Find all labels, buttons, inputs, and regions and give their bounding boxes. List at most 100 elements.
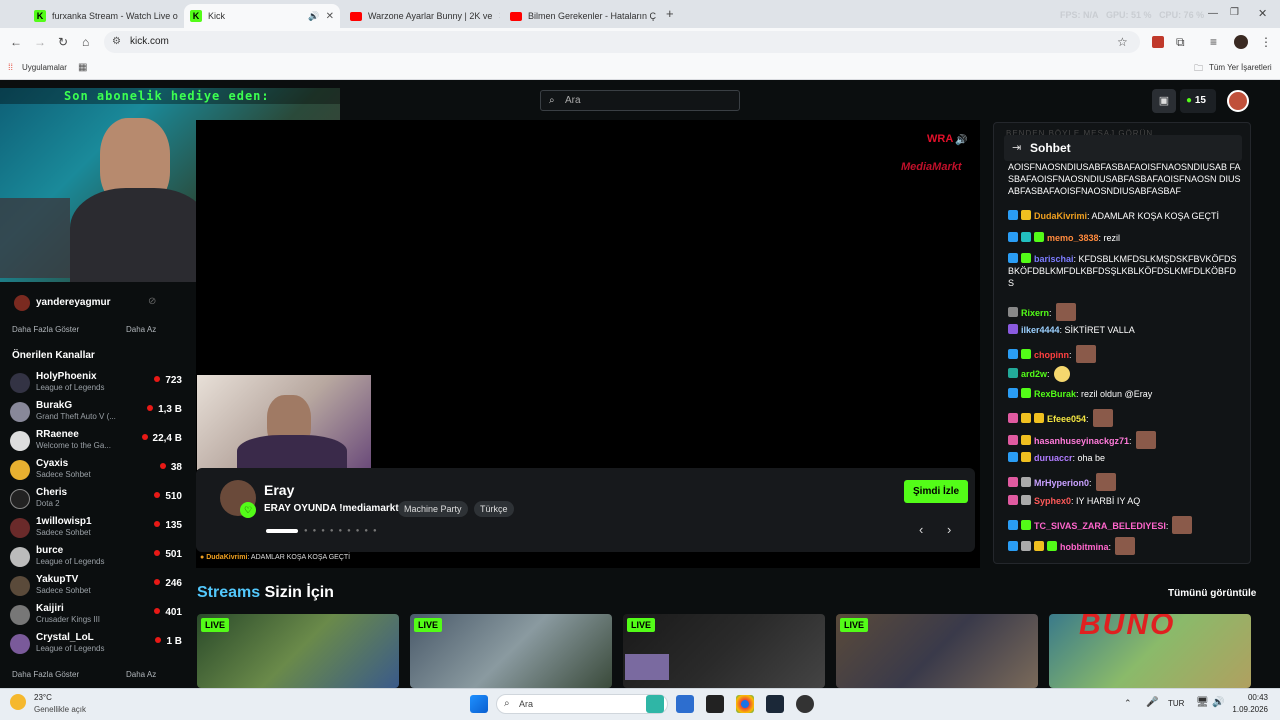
profile-avatar[interactable] [1234, 35, 1248, 49]
tab-kick[interactable]: K Kick 🔊 ✕ [184, 4, 340, 28]
stream-thumbnail[interactable]: LIVE [836, 614, 1038, 688]
close-tab-icon[interactable]: ✕ [326, 11, 334, 22]
steam-icon[interactable] [766, 695, 784, 713]
channel-item[interactable]: YakupTV Sadece Sohbet 246 [10, 574, 182, 598]
tab-groups-icon[interactable]: ▦ [78, 62, 87, 73]
tab-warzone[interactable]: Warzone Ayarlar Bunny | 2K ve ✕ [344, 4, 500, 28]
reload-icon[interactable]: ↻ [58, 35, 68, 49]
restore-icon[interactable]: ❐ [1230, 7, 1239, 18]
taskbar-search[interactable]: ⌕ Ara [496, 694, 668, 714]
show-more-button[interactable]: Daha Fazla Göster [12, 670, 79, 679]
show-less-button[interactable]: Daha Az [126, 670, 156, 679]
carousel-dot-active[interactable] [266, 529, 298, 533]
channel-item[interactable]: 1willowisp1 Sadece Sohbet 135 [10, 516, 182, 540]
avatar [10, 518, 30, 538]
weather-desc[interactable]: Genellikle açık [34, 705, 86, 714]
channel-item[interactable]: HolyPhoenix League of Legends 723 [10, 371, 182, 395]
sub-badge-icon [1008, 388, 1018, 398]
youtube-favicon-icon [350, 11, 362, 21]
tab-bilmen[interactable]: Bilmen Gerekenler - Hataların Ç ✕ [504, 4, 660, 28]
viewer-count: 22,4 B [142, 433, 182, 444]
channel-item[interactable]: RRaenee Welcome to the Ga... 22,4 B [10, 429, 182, 453]
channel-item[interactable]: Cyaxis Sadece Sohbet 38 [10, 458, 182, 482]
site-info-icon[interactable]: ⚙ [112, 31, 121, 53]
store-icon[interactable] [676, 695, 694, 713]
back-icon[interactable]: ← [10, 35, 22, 49]
chat-message: chopinn: [1008, 345, 1238, 363]
layout-toggle-button[interactable]: ▣ [1152, 89, 1176, 113]
tab-furxanka[interactable]: K furxanka Stream - Watch Live o ✕ [28, 4, 180, 28]
tray-chevron-icon[interactable]: ⌃ [1124, 698, 1132, 709]
points-icon: ● [1186, 95, 1193, 106]
home-icon[interactable]: ⌂ [82, 35, 89, 49]
weather-temp[interactable]: 23°C [34, 693, 52, 702]
viewer-count: 246 [154, 578, 182, 589]
channel-item[interactable]: Kaijiri Crusader Kings III 401 [10, 603, 182, 627]
browser-menu-icon[interactable]: ⋮ [1260, 35, 1272, 49]
channel-item[interactable]: burce League of Legends 501 [10, 545, 182, 569]
view-all-link[interactable]: Tümünü görüntüle [1168, 588, 1256, 599]
user-avatar[interactable] [1227, 90, 1249, 112]
channel-category: Welcome to the Ga... [36, 441, 111, 450]
chrome-icon[interactable] [736, 695, 754, 713]
speaker-icon[interactable]: 🔊 [308, 11, 319, 22]
kick-points-button[interactable]: ● 15 [1180, 89, 1216, 113]
mic-icon[interactable]: 🎤 [1146, 697, 1158, 708]
channel-category: Sadece Sohbet [36, 586, 91, 595]
recommended-title: Önerilen Kanallar [12, 350, 95, 361]
close-window-icon[interactable]: ✕ [1258, 7, 1267, 20]
chat-text: : ADAMLAR KOŞA KOŞA GEÇTİ [247, 554, 351, 561]
minimize-icon[interactable]: — [1208, 8, 1218, 19]
carousel-dots[interactable]: ●●●●●●●●● [304, 528, 382, 534]
extensions-puzzle-icon[interactable]: ⧉ [1176, 35, 1185, 50]
channel-item[interactable]: Cheris Dota 2 510 [10, 487, 182, 511]
media-control-icon[interactable]: ≡ [1210, 35, 1217, 49]
stream-thumbnail[interactable]: LIVE [410, 614, 612, 688]
volume-icon[interactable]: 🔊 [1212, 697, 1224, 708]
show-less-button[interactable]: Daha Az [126, 325, 156, 334]
close-tab-icon[interactable]: ✕ [498, 11, 500, 22]
carousel-prev-icon[interactable]: ‹ [919, 522, 923, 537]
volume-icon[interactable]: 🔊 [955, 135, 967, 146]
weather-icon[interactable] [10, 694, 26, 710]
bookmark-apps[interactable]: Uygulamalar [22, 63, 67, 72]
stream-thumbnail[interactable]: BUNO [1049, 614, 1251, 688]
bookmark-star-icon[interactable]: ☆ [1117, 35, 1128, 49]
clock-time[interactable]: 00:43 [1232, 693, 1268, 702]
offline-icon: ⊘ [148, 296, 157, 307]
followed-channel[interactable]: yandereyagmur [36, 297, 110, 308]
windows-start-icon[interactable] [470, 695, 488, 713]
show-more-button[interactable]: Daha Fazla Göster [12, 325, 79, 334]
gift-badge-icon [1021, 232, 1031, 242]
language-indicator[interactable]: TUR [1168, 699, 1184, 708]
tag-chip[interactable]: Türkçe [474, 501, 514, 517]
new-tab-icon[interactable]: + [666, 6, 674, 21]
kick-favicon-icon: K [34, 10, 46, 22]
streamer-name[interactable]: Eray [264, 482, 294, 498]
kick-favicon-icon: K [190, 10, 202, 22]
tag-chip[interactable]: Machine Party [398, 501, 468, 517]
edge-icon[interactable] [646, 695, 664, 713]
url-input[interactable]: ⚙ kick.com [104, 31, 1140, 53]
forward-icon[interactable]: → [34, 35, 46, 49]
collapse-chat-icon[interactable]: ⇥ [1012, 141, 1021, 154]
channel-item[interactable]: Crystal_LoL League of Legends 1 B [10, 632, 182, 656]
search-input[interactable]: ⌕ Ara [540, 90, 740, 111]
featured-stream-card[interactable]: ♡ Eray ERAY OYUNDA !mediamarkt Machine P… [196, 468, 975, 552]
all-bookmarks[interactable]: Tüm Yer İşaretleri [1209, 63, 1272, 72]
carousel-next-icon[interactable]: › [947, 522, 951, 537]
epic-games-icon[interactable] [706, 695, 724, 713]
channel-item[interactable]: BurakG Grand Theft Auto V (... 1,3 B [10, 400, 182, 424]
extension-icon[interactable] [1152, 36, 1164, 48]
stream-thumbnail[interactable]: LIVE [623, 614, 825, 688]
stream-thumbnail[interactable]: LIVE [197, 614, 399, 688]
obs-icon[interactable] [796, 695, 814, 713]
watch-now-button[interactable]: Şimdi İzle [904, 480, 969, 503]
channel-name: burce [36, 545, 64, 556]
sub-badge-icon [1008, 435, 1018, 445]
clock-date[interactable]: 1.09.2026 [1228, 705, 1268, 714]
viewer-count: 501 [154, 549, 182, 560]
apps-grid-icon[interactable]: ⁞⁞ [8, 62, 13, 72]
sub-badge-icon [1008, 495, 1018, 505]
network-icon[interactable]: 🖥 [1196, 697, 1209, 708]
